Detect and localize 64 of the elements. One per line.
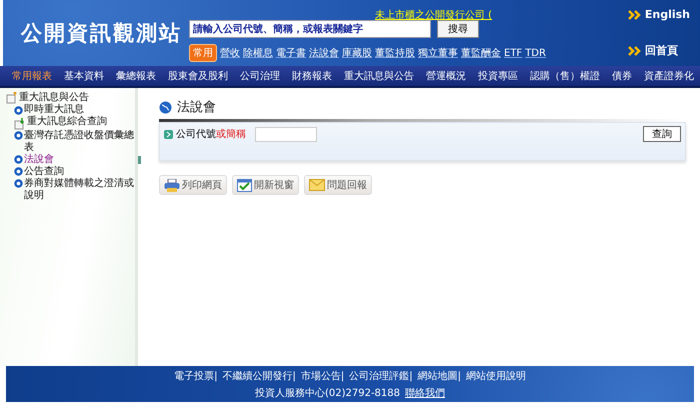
collapse-handle[interactable] <box>138 156 141 164</box>
menu-tab[interactable]: 彙總報表 <box>110 69 162 83</box>
sidebar-item[interactable]: 臺灣存託憑證收盤價彙總表 <box>24 130 135 154</box>
footer-link[interactable]: 網站地圖| <box>418 368 461 382</box>
checked-window-icon <box>237 178 252 192</box>
search-field[interactable]: 請輸入公司代號、簡稱，或報表關鍵字 <box>189 20 431 38</box>
bullet-icon <box>14 155 23 164</box>
bullet-icon <box>14 131 23 140</box>
menu-tab[interactable]: 債券 <box>606 69 638 83</box>
action-button[interactable]: 開新視窗 <box>232 175 299 195</box>
search-button[interactable]: 搜尋 <box>437 20 479 38</box>
menu-tab[interactable]: 投資專區 <box>472 69 524 83</box>
english-link[interactable]: English <box>644 8 690 21</box>
menu-tab[interactable]: 重大訊息與公告 <box>338 69 420 83</box>
sidebar-item[interactable]: 公告查詢 <box>24 166 64 178</box>
footer-link[interactable]: 公司治理評鑑| <box>349 368 413 382</box>
footer-link[interactable]: 網站使用說明 <box>466 368 526 382</box>
quick-link[interactable]: TDR <box>525 48 546 58</box>
quick-link[interactable]: 法說會 <box>309 46 339 60</box>
home-link[interactable]: 回首頁 <box>644 43 678 58</box>
menu-tab[interactable]: 公司治理 <box>234 69 286 83</box>
field-label: 公司代號或簡稱 <box>176 128 246 141</box>
menu-tab[interactable]: 財務報表 <box>286 69 338 83</box>
site-logo[interactable]: 公開資訊觀測站 <box>21 19 189 47</box>
quick-link[interactable]: 董監持股 <box>375 46 415 60</box>
quick-link[interactable]: 庫藏股 <box>342 46 372 60</box>
page-title: 法說會 <box>177 99 216 116</box>
company-code-field[interactable] <box>255 126 317 142</box>
quick-link[interactable]: 董監酬金 <box>461 46 501 60</box>
footer-link[interactable]: 電子投票| <box>174 368 218 382</box>
common-tag: 常用 <box>189 44 217 62</box>
query-button[interactable]: 查詢 <box>643 126 681 142</box>
service-hotline: 投資人服務中心(02)2792-8188 <box>254 386 400 400</box>
sidebar-item[interactable]: 法說會 <box>24 154 54 166</box>
action-button[interactable]: 問題回報 <box>304 175 372 195</box>
quick-link[interactable]: 獨立董事 <box>418 46 458 60</box>
arrow-square-icon <box>164 130 173 138</box>
double-chevron-icon <box>628 46 642 56</box>
globe-icon <box>159 100 172 114</box>
footer-link[interactable]: 不繼續公開發行| <box>222 368 296 382</box>
quick-link[interactable]: 營收 <box>220 46 240 60</box>
contact-link[interactable]: 聯絡我們 <box>405 386 446 400</box>
bullet-icon <box>14 167 23 176</box>
notice-link[interactable]: 未上市櫃之公開發行公司 ( <box>375 8 492 22</box>
menu-tab[interactable]: 常用報表 <box>6 69 58 83</box>
menu-tab[interactable]: 營運概況 <box>420 69 472 83</box>
action-button[interactable]: 列印網頁 <box>159 175 227 195</box>
sidebar-item[interactable]: 重大訊息與公告 <box>19 92 89 104</box>
quick-link[interactable]: 電子書 <box>276 46 306 60</box>
sidebar-item[interactable]: 重大訊息綜合查詢 <box>27 116 107 128</box>
bullet-icon <box>14 106 23 114</box>
double-chevron-icon <box>628 10 642 20</box>
bullet-icon <box>14 179 23 188</box>
sidebar-item[interactable]: 即時重大訊息 <box>24 104 84 116</box>
menu-tab[interactable]: 認購（售）權證 <box>524 69 606 83</box>
envelope-icon <box>309 179 325 191</box>
footer-link[interactable]: 市場公告| <box>300 368 344 382</box>
menu-tab[interactable]: 股東會及股利 <box>162 69 234 83</box>
menu-tab[interactable]: 資產證券化 <box>638 69 700 83</box>
menu-tab[interactable]: 基本資料 <box>58 69 110 83</box>
quick-link[interactable]: 除權息 <box>243 46 273 60</box>
quick-link[interactable]: ETF <box>504 48 522 58</box>
printer-icon <box>164 178 180 192</box>
sidebar-item[interactable]: 券商對媒體轉載之澄清或說明 <box>24 178 135 202</box>
